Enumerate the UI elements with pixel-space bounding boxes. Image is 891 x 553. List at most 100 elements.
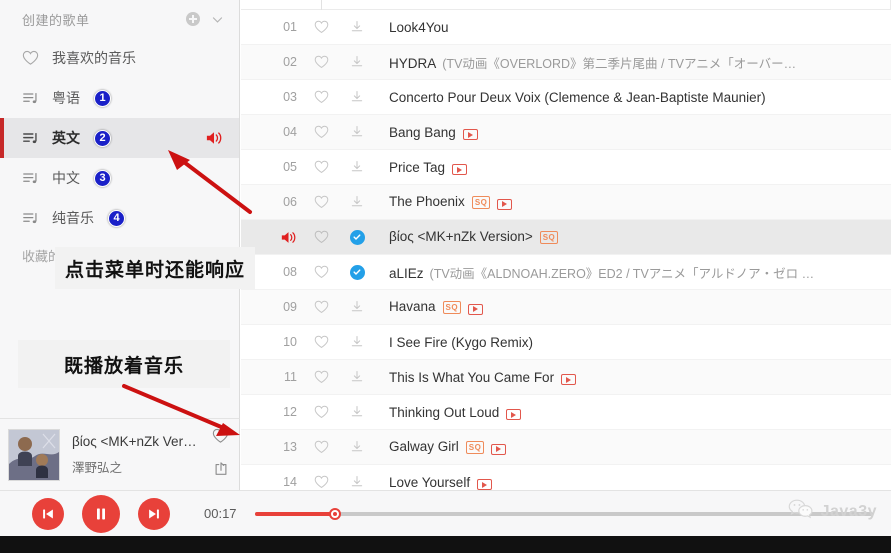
mv-badge-icon[interactable] <box>452 164 468 175</box>
progress-handle[interactable] <box>328 507 341 520</box>
table-row[interactable]: 08 aLIEz (TV动画《ALDNOAH.ZERO》ED2 / TVアニメ「… <box>241 255 891 290</box>
heart-icon[interactable] <box>303 265 339 279</box>
table-row[interactable]: 12 Thinking Out Loud <box>241 395 891 430</box>
sidebar-header: 创建的歌单 <box>0 0 239 38</box>
track-name-cell: aLIEz (TV动画《ALDNOAH.ZERO》ED2 / TVアニメ「アルド… <box>375 263 891 282</box>
track-name-cell: Concerto Pour Deux Voix (Clemence & Jean… <box>375 90 891 105</box>
table-row[interactable]: 10 I See Fire (Kygo Remix) <box>241 325 891 360</box>
track-name-cell: HYDRA (TV动画《OVERLORD》第二季片尾曲 / TVアニメ「オーバー… <box>375 53 891 72</box>
table-row[interactable]: βίος <MK+nZk Version> SQ <box>241 220 891 255</box>
current-time: 00:17 <box>204 506 237 521</box>
download-icon[interactable] <box>339 440 375 454</box>
heart-icon[interactable] <box>303 370 339 384</box>
track-title: HYDRA <box>389 55 437 71</box>
sidebar: 创建的歌单 我喜欢的音乐 粤语 1 英文 2 中文 3 纯音乐 4 收藏的 <box>0 0 240 490</box>
track-index: 09 <box>283 300 297 314</box>
sidebar-item-english[interactable]: 英文 2 <box>0 118 239 158</box>
heart-icon <box>22 49 42 67</box>
album-art[interactable] <box>8 428 60 481</box>
heart-icon[interactable] <box>212 428 229 449</box>
previous-button[interactable] <box>32 497 64 530</box>
table-row[interactable]: 01 Look4You <box>241 10 891 45</box>
track-name-cell: Havana SQ <box>375 299 891 315</box>
track-title: Look4You <box>389 19 449 35</box>
mv-badge-icon[interactable] <box>468 303 484 315</box>
sidebar-item-label: 粤语 <box>52 90 80 106</box>
table-row[interactable]: 05 Price Tag <box>241 150 891 185</box>
sidebar-item-chinese[interactable]: 中文 3 <box>0 158 239 198</box>
track-list[interactable]: 01 Look4You 02 HYDRA (TV动画《OVERLORD》第二季片… <box>241 0 891 490</box>
track-name-cell: Love Yourself <box>375 475 891 490</box>
sq-badge: SQ <box>465 441 485 454</box>
next-button[interactable] <box>138 497 170 530</box>
table-row[interactable]: 06 The Phoenix SQ <box>241 185 891 220</box>
track-index: 04 <box>283 125 297 139</box>
track-title: Price Tag <box>389 159 446 175</box>
track-index: 10 <box>283 335 297 349</box>
sq-badge: SQ <box>442 301 462 314</box>
sidebar-item-instrumental[interactable]: 纯音乐 4 <box>0 198 239 238</box>
download-icon[interactable] <box>339 55 375 69</box>
table-row[interactable]: 03 Concerto Pour Deux Voix (Clemence & J… <box>241 80 891 115</box>
heart-icon[interactable] <box>303 230 339 244</box>
heart-icon[interactable] <box>303 90 339 104</box>
download-icon[interactable] <box>339 335 375 349</box>
heart-icon[interactable] <box>303 475 339 489</box>
download-icon[interactable] <box>339 195 375 209</box>
track-name-cell: Bang Bang <box>375 125 891 140</box>
track-index: 01 <box>283 20 297 34</box>
sidebar-item-favorites[interactable]: 我喜欢的音乐 <box>0 38 239 78</box>
now-playing-title: βίος <MK+nZk Ver… <box>72 433 197 449</box>
table-row[interactable]: 04 Bang Bang <box>241 115 891 150</box>
track-list-header <box>241 0 891 10</box>
heart-icon[interactable] <box>303 55 339 69</box>
progress-slider[interactable] <box>254 504 873 524</box>
share-icon[interactable] <box>213 461 229 482</box>
download-icon[interactable] <box>339 475 375 489</box>
heart-icon[interactable] <box>303 405 339 419</box>
heart-icon[interactable] <box>303 20 339 34</box>
download-icon[interactable] <box>339 160 375 174</box>
heart-icon[interactable] <box>303 160 339 174</box>
download-icon[interactable] <box>339 125 375 139</box>
mv-badge-icon[interactable] <box>491 443 507 455</box>
table-row[interactable]: 14 Love Yourself <box>241 465 891 490</box>
sidebar-item-label: 纯音乐 <box>52 210 94 226</box>
heart-icon[interactable] <box>303 440 339 454</box>
heart-icon[interactable] <box>303 195 339 209</box>
downloaded-check-icon[interactable] <box>339 229 375 245</box>
mv-badge-icon[interactable] <box>462 129 478 140</box>
playlist-list: 我喜欢的音乐 粤语 1 英文 2 中文 3 纯音乐 4 <box>0 38 239 238</box>
heart-icon[interactable] <box>303 300 339 314</box>
progress-track <box>254 511 873 516</box>
table-row[interactable]: 13 Galway Girl SQ <box>241 430 891 465</box>
track-name-cell: This Is What You Came For <box>375 370 891 385</box>
sidebar-item-cantonese[interactable]: 粤语 1 <box>0 78 239 118</box>
pause-button[interactable] <box>82 494 120 533</box>
mv-badge-icon[interactable] <box>497 198 513 210</box>
table-row[interactable]: 02 HYDRA (TV动画《OVERLORD》第二季片尾曲 / TVアニメ「オ… <box>241 45 891 80</box>
heart-icon[interactable] <box>303 125 339 139</box>
track-title: I See Fire (Kygo Remix) <box>389 334 534 350</box>
chevron-down-icon[interactable] <box>209 11 225 27</box>
add-playlist-icon[interactable] <box>185 11 201 27</box>
sidebar-badge-1: 1 <box>94 89 111 107</box>
download-icon[interactable] <box>339 300 375 314</box>
track-index: 11 <box>284 370 297 384</box>
mv-badge-icon[interactable] <box>506 409 522 420</box>
download-icon[interactable] <box>339 405 375 419</box>
sidebar-badge-2: 2 <box>94 129 111 147</box>
mv-badge-icon[interactable] <box>561 374 577 385</box>
downloaded-check-icon[interactable] <box>339 264 375 280</box>
heart-icon[interactable] <box>303 335 339 349</box>
mv-badge-icon[interactable] <box>477 479 493 490</box>
bottom-strip <box>0 536 891 553</box>
sq-badge: SQ <box>471 196 491 209</box>
table-row[interactable]: 09 Havana SQ <box>241 290 891 325</box>
table-row[interactable]: 11 This Is What You Came For <box>241 360 891 395</box>
download-icon[interactable] <box>339 370 375 384</box>
download-icon[interactable] <box>339 20 375 34</box>
transport-controls <box>0 494 170 533</box>
playlist-note-icon <box>22 169 42 187</box>
download-icon[interactable] <box>339 90 375 104</box>
